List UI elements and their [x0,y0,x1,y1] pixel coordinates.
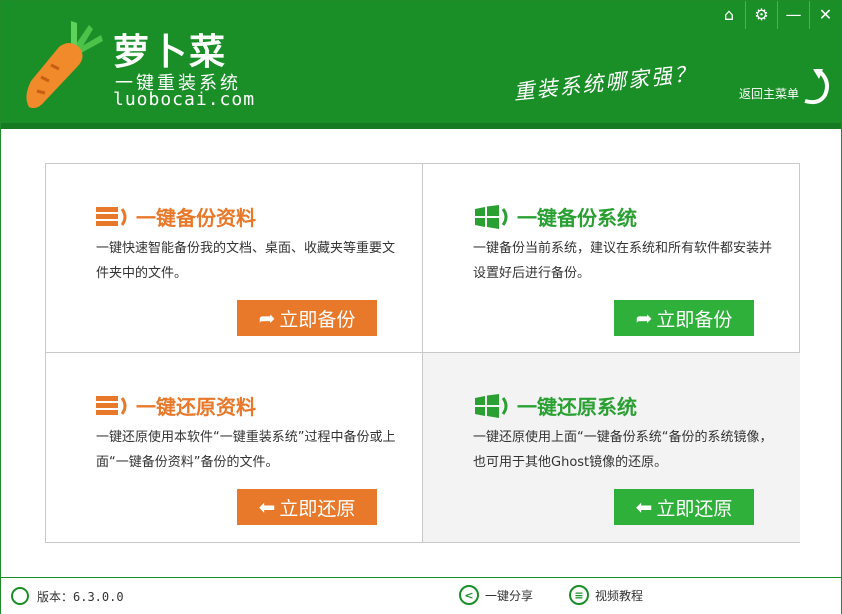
backup-system-title: 一键备份系统 [473,202,637,231]
restore-data-desc: 一键还原使用本软件“一键重装系统”过程中备份或上面“一键备份资料”备份的文件。 [96,430,396,470]
restore-data-button[interactable]: ⬅ 立即还原 [237,489,377,525]
version-text: 版本：6.3.0.0 [37,590,124,604]
backup-data-button[interactable]: ➦ 立即备份 [237,300,377,336]
gear-icon: ⚙ [754,5,769,24]
version-icon [11,587,29,605]
backup-system-card: 一键备份系统 一键备份当前系统，建议在系统和所有软件都安装并设置好后进行备份。 … [423,164,800,353]
back-arrow-icon: ⬅ [635,495,653,519]
windows-icon [475,393,508,418]
back-arrow-icon: ⬅ [258,495,276,519]
restore-data-title: 一键还原资料 [96,391,256,420]
share-button[interactable]: < 一键分享 [459,585,533,605]
window-controls: ⌂ ⚙ — ✕ [713,1,841,29]
backup-data-button-label: 立即备份 [279,308,356,331]
restore-data-title-text: 一键还原资料 [136,395,256,419]
close-icon: ✕ [818,5,833,24]
backup-data-desc: 一键快速智能备份我的文档、桌面、收藏夹等重要文件夹中的文件。 [96,241,396,281]
share-arrow-icon: ➦ [635,306,653,330]
header-divider [1,123,841,129]
back-menu-label: 返回主菜单 [739,87,800,101]
windows-icon [475,204,508,229]
brand-url: luobocai.com [113,89,256,110]
backup-system-button[interactable]: ➦ 立即备份 [614,300,754,336]
backup-system-desc: 一键备份当前系统，建议在系统和所有软件都安装并设置好后进行备份。 [473,241,773,281]
database-icon [96,395,127,415]
backup-system-title-text: 一键备份系统 [517,206,637,230]
backup-system-button-label: 立即备份 [656,308,733,331]
brand-name: 萝卜菜 [113,32,228,73]
app-window: 萝卜菜 一键重装系统 luobocai.com 重装系统哪家强？ 返回主菜单 ⌂… [0,0,842,614]
return-arrow-icon [804,69,829,105]
backup-data-card: 一键备份资料 一键快速智能备份我的文档、桌面、收藏夹等重要文件夹中的文件。 ➦ … [46,164,423,353]
slogan: 重装系统哪家强？ [512,61,698,105]
restore-system-card: 一键还原系统 一键还原使用上面“一键备份系统“备份的系统镜像，也可用于其他Gho… [423,353,800,542]
video-tutorial-button[interactable]: ≡ 视频教程 [569,585,643,605]
restore-system-button-label: 立即还原 [656,497,733,520]
backup-data-title-text: 一键备份资料 [136,206,256,230]
restore-data-button-label: 立即还原 [279,497,356,520]
back-to-main-menu-button[interactable]: 返回主菜单 [739,67,835,107]
minimize-button[interactable]: — [777,1,809,29]
backup-data-title: 一键备份资料 [96,202,256,231]
minimize-icon: — [785,5,802,24]
home-icon: ⌂ [723,5,735,24]
share-icon: < [459,585,479,605]
restore-system-desc: 一键还原使用上面“一键备份系统“备份的系统镜像，也可用于其他Ghost镜像的还原… [473,430,773,470]
restore-system-button[interactable]: ⬅ 立即还原 [614,489,754,525]
share-label: 一键分享 [485,588,534,603]
home-button[interactable]: ⌂ [713,1,745,29]
share-arrow-icon: ➦ [258,306,276,330]
settings-button[interactable]: ⚙ [745,1,777,29]
restore-system-title: 一键还原系统 [473,391,637,420]
close-button[interactable]: ✕ [809,1,841,29]
footer: 版本：6.3.0.0 < 一键分享 ≡ 视频教程 [1,577,841,614]
restore-data-card: 一键还原资料 一键还原使用本软件“一键重装系统”过程中备份或上面“一键备份资料”… [46,353,423,542]
database-icon [96,206,127,226]
header: 萝卜菜 一键重装系统 luobocai.com 重装系统哪家强？ 返回主菜单 ⌂… [1,1,841,129]
carrot-logo-icon [26,21,103,109]
video-label: 视频教程 [595,588,644,603]
video-icon: ≡ [569,585,589,605]
feature-grid: 一键备份资料 一键快速智能备份我的文档、桌面、收藏夹等重要文件夹中的文件。 ➦ … [45,163,800,543]
restore-system-title-text: 一键还原系统 [517,395,637,419]
